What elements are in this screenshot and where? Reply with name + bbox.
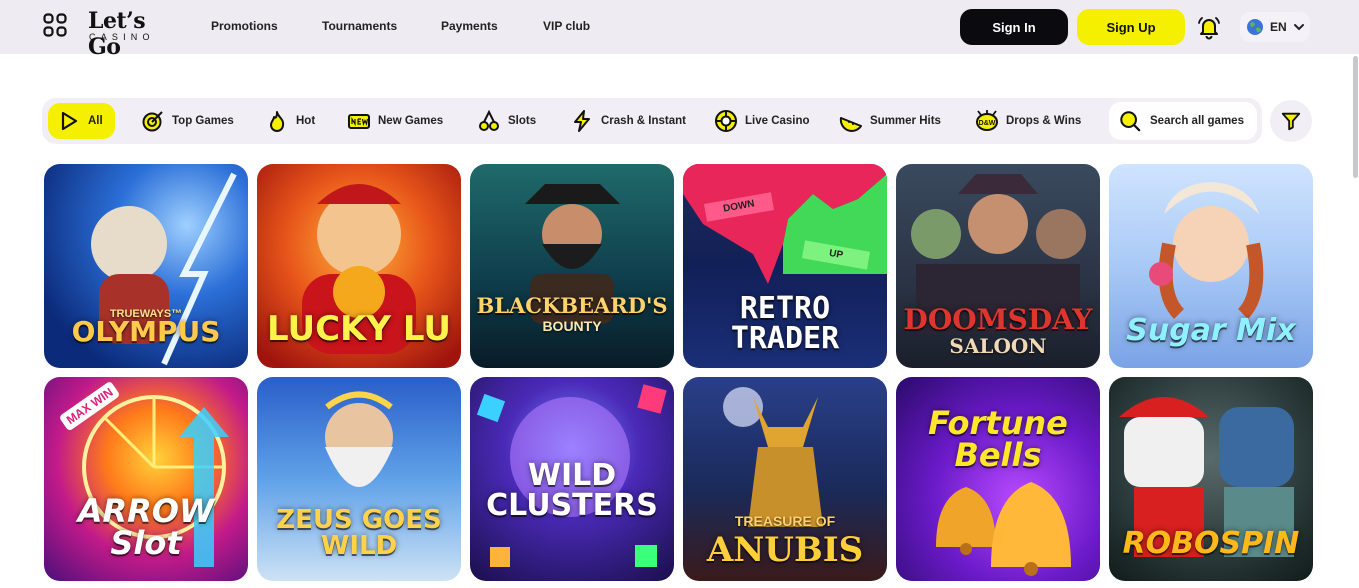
- game-title: LUCKY LU: [267, 309, 451, 349]
- category-label: All: [88, 115, 103, 127]
- game-subtitle: BOUNTY: [542, 318, 602, 334]
- game-tile-lucky-lu[interactable]: LUCKY LU: [257, 164, 461, 368]
- category-label: New Games: [378, 115, 444, 127]
- game-tile-robospin[interactable]: ROBOSPIN: [1109, 377, 1313, 581]
- category-hot[interactable]: Hot: [265, 103, 315, 139]
- game-tile-treasure-of-anubis[interactable]: TREASURE OF ANUBIS: [683, 377, 887, 581]
- casino-logo[interactable]: Let’s Go CASINO: [86, 8, 176, 60]
- game-tile-retro-trader[interactable]: DOWN UP RETRO TRADER: [683, 164, 887, 368]
- game-title: ZEUS GOES WILD: [276, 505, 442, 561]
- filter-funnel-icon: [1281, 112, 1301, 131]
- roulette-icon: [715, 110, 737, 132]
- language-selector[interactable]: EN: [1240, 12, 1310, 42]
- category-bar: All Top Games Hot New Games Slots Crash …: [42, 98, 1262, 144]
- scrollbar-thumb[interactable]: [1353, 56, 1358, 178]
- game-tile-fortune-bells[interactable]: Fortune Bells: [896, 377, 1100, 581]
- category-label: Live Casino: [745, 115, 810, 127]
- category-label: Crash & Instant: [601, 115, 686, 127]
- chevron-down-icon: [1293, 24, 1304, 31]
- category-summer-hits[interactable]: Summer Hits: [839, 103, 941, 139]
- category-label: Summer Hits: [870, 115, 941, 127]
- category-label: Drops & Wins: [1006, 115, 1082, 127]
- game-title: ROBOSPIN: [1122, 526, 1300, 561]
- game-tile-sugar-mix[interactable]: Sugar Mix: [1109, 164, 1313, 368]
- watermelon-icon: [839, 117, 862, 132]
- category-slots[interactable]: Slots: [477, 103, 536, 139]
- search-label: Search all games: [1150, 115, 1244, 127]
- category-label: Top Games: [172, 115, 234, 127]
- game-title: ARROW Slot: [77, 492, 215, 562]
- game-tile-blackbeards-bounty[interactable]: BLACKBEARD'S BOUNTY: [470, 164, 674, 368]
- target-icon: [142, 111, 163, 132]
- game-title: OLYMPUS: [71, 315, 221, 348]
- top-header: Let’s Go CASINO Promotions Tournaments P…: [0, 0, 1359, 60]
- game-tile-doomsday-saloon[interactable]: DOOMSDAY SALOON: [896, 164, 1100, 368]
- game-tile-wild-clusters[interactable]: WILD CLUSTERS: [470, 377, 674, 581]
- cherries-icon: [479, 109, 499, 131]
- lightning-icon: [574, 110, 590, 132]
- game-title: Fortune Bells: [928, 404, 1068, 474]
- game-title: ANUBIS: [706, 530, 864, 570]
- notification-bell-icon[interactable]: [1196, 14, 1222, 40]
- game-title: DOOMSDAY: [903, 303, 1093, 336]
- nav-promotions[interactable]: Promotions: [211, 19, 278, 33]
- search-games-input[interactable]: Search all games: [1109, 102, 1257, 140]
- sign-up-button[interactable]: Sign Up: [1077, 9, 1185, 45]
- new-badge-icon: [348, 114, 370, 129]
- language-label: EN: [1270, 20, 1287, 34]
- game-title: RETRO TRADER: [730, 291, 840, 356]
- game-title: BLACKBEARD'S: [476, 293, 668, 318]
- game-tile-arrow-slot[interactable]: MAX WIN ARROW Slot: [44, 377, 248, 581]
- category-live-casino[interactable]: Live Casino: [714, 103, 810, 139]
- globe-icon: [1247, 19, 1263, 35]
- play-icon: [61, 111, 78, 131]
- nav-vip-club[interactable]: VIP club: [543, 19, 590, 33]
- game-subtitle: SALOON: [949, 334, 1047, 358]
- sign-in-button[interactable]: Sign In: [960, 9, 1068, 45]
- category-drops-wins[interactable]: D&W Drops & Wins: [975, 103, 1081, 139]
- game-title: WILD CLUSTERS: [486, 458, 658, 523]
- search-icon: [1120, 111, 1141, 132]
- category-label: Hot: [296, 115, 316, 127]
- drops-wins-icon: D&W: [976, 110, 998, 131]
- flame-icon: [270, 111, 285, 132]
- logo-tagline: CASINO: [89, 32, 155, 42]
- category-top-games[interactable]: Top Games: [141, 103, 234, 139]
- nav-payments[interactable]: Payments: [441, 19, 498, 33]
- page-scrollbar[interactable]: [1352, 54, 1359, 588]
- game-title: Sugar Mix: [1126, 313, 1296, 348]
- game-tile-zeus-goes-wild[interactable]: ZEUS GOES WILD: [257, 377, 461, 581]
- category-crash-instant[interactable]: Crash & Instant: [570, 103, 686, 139]
- menu-grid-icon[interactable]: [43, 13, 67, 37]
- game-subtitle: TREASURE OF: [734, 513, 836, 529]
- category-all[interactable]: All: [48, 103, 115, 139]
- game-tile-olympus[interactable]: TRUEWAYS™ OLYMPUS: [44, 164, 248, 368]
- nav-tournaments[interactable]: Tournaments: [322, 19, 397, 33]
- svg-text:D&W: D&W: [979, 120, 996, 127]
- category-new-games[interactable]: New Games: [347, 103, 443, 139]
- pirate-art: [525, 184, 620, 324]
- category-label: Slots: [508, 115, 537, 127]
- filter-button[interactable]: [1270, 100, 1312, 142]
